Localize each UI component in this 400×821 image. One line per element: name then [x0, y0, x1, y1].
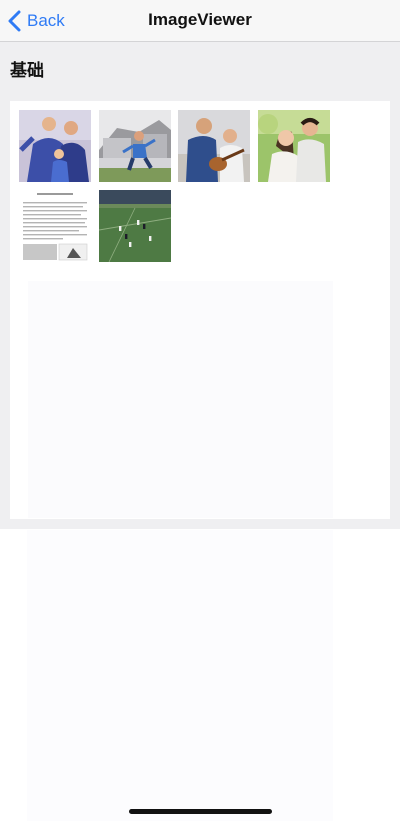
- father-daughter-guitar-thumbnail[interactable]: [178, 110, 250, 182]
- soccer-match-thumbnail[interactable]: [99, 190, 171, 262]
- screen: Back ImageViewer 基础: [0, 0, 400, 821]
- family-photo-icon: [19, 110, 91, 182]
- content-area: 基础: [0, 42, 400, 529]
- image-grid-card: [10, 101, 390, 519]
- navigation-bar: Back ImageViewer: [0, 0, 400, 42]
- home-indicator[interactable]: [129, 809, 272, 814]
- child-running-photo-thumbnail[interactable]: [99, 110, 171, 182]
- child-running-photo-icon: [99, 110, 171, 182]
- family-photo-thumbnail[interactable]: [19, 110, 91, 182]
- page-title: ImageViewer: [148, 10, 252, 29]
- document-photo-icon: [19, 190, 91, 262]
- couple-photo-thumbnail[interactable]: [258, 110, 330, 182]
- soccer-photo-icon: [99, 190, 171, 262]
- couple-photo-icon: [258, 110, 330, 182]
- document-page-thumbnail[interactable]: [19, 190, 91, 262]
- bottom-background-panel: [27, 530, 333, 821]
- section-title: 基础: [10, 61, 44, 81]
- card-background-panel: [28, 281, 333, 518]
- guitar-photo-icon: [178, 110, 250, 182]
